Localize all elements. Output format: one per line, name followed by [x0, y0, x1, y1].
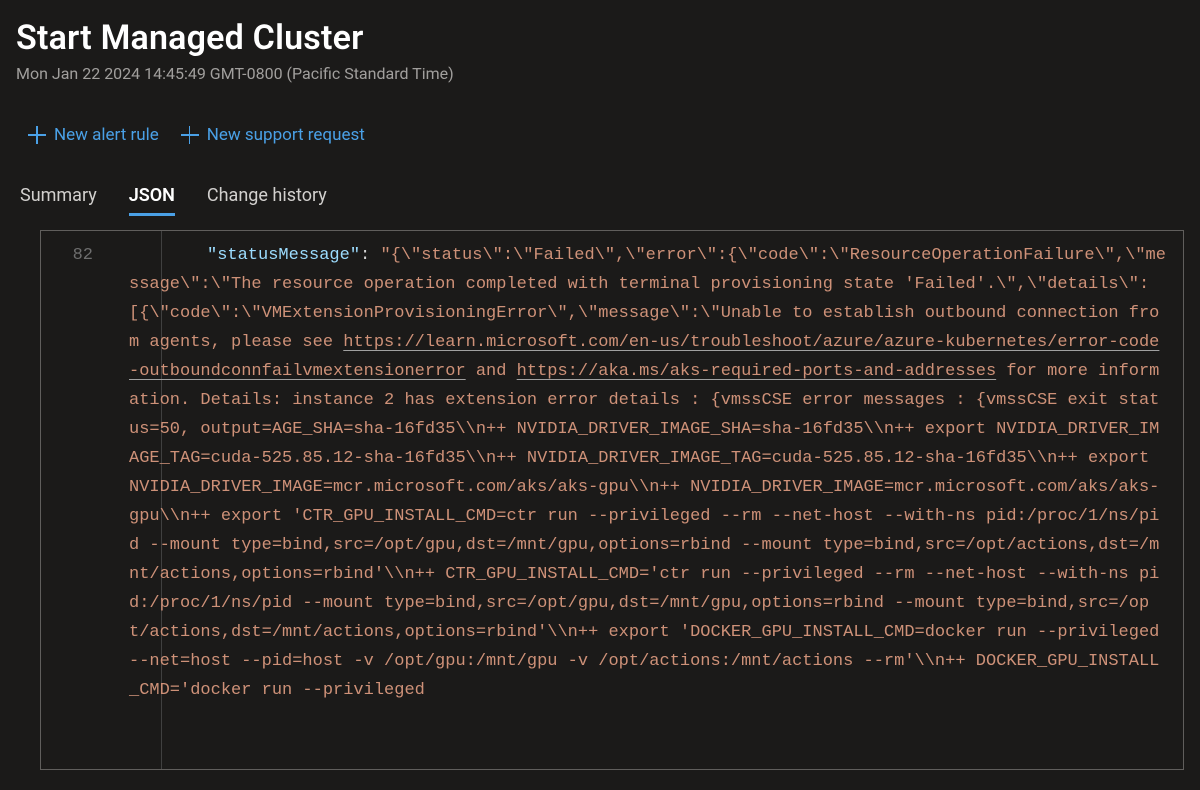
plus-icon	[181, 126, 199, 144]
new-alert-rule-button[interactable]: New alert rule	[28, 125, 159, 145]
page-title: Start Managed Cluster	[16, 18, 1184, 58]
json-colon: :	[360, 246, 380, 265]
code-content[interactable]: "statusMessage": "{\"status\":\"Failed\"…	[121, 231, 1183, 705]
line-number: 82	[41, 231, 121, 705]
command-bar: New alert rule New support request	[16, 125, 1184, 145]
doc-link-2[interactable]: https://aka.ms/aks-required-ports-and-ad…	[517, 362, 996, 381]
timestamp: Mon Jan 22 2024 14:45:49 GMT-0800 (Pacif…	[16, 64, 1184, 83]
json-key: "statusMessage"	[207, 246, 360, 265]
tab-json[interactable]: JSON	[129, 185, 175, 216]
json-value-part2: for more information. Details: instance …	[129, 362, 1170, 700]
json-viewer[interactable]: 82 "statusMessage": "{\"status\":\"Faile…	[40, 230, 1184, 770]
new-alert-rule-label: New alert rule	[54, 125, 159, 145]
tab-summary[interactable]: Summary	[20, 185, 97, 216]
plus-icon	[28, 126, 46, 144]
json-value-between: and	[466, 362, 517, 381]
tab-change-history[interactable]: Change history	[207, 185, 327, 216]
new-support-request-label: New support request	[207, 125, 365, 145]
tab-bar: Summary JSON Change history	[16, 185, 1184, 216]
new-support-request-button[interactable]: New support request	[181, 125, 365, 145]
